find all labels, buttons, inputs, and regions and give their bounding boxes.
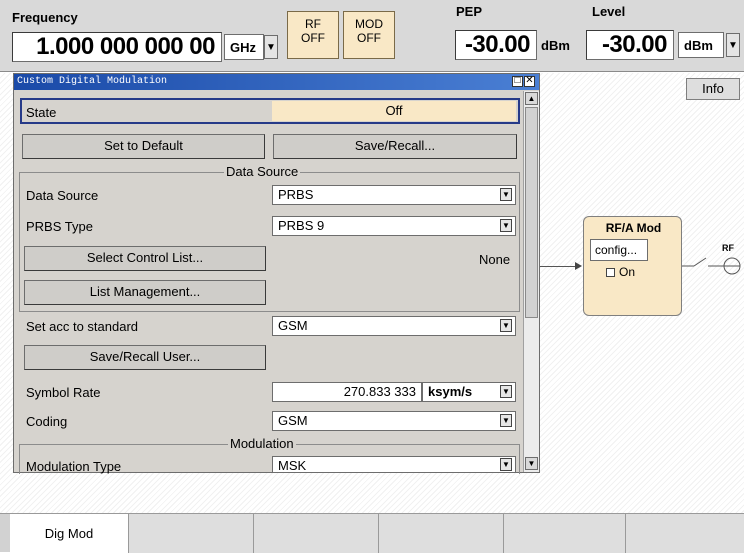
- set-acc-to-standard-select[interactable]: GSM ▼: [272, 316, 516, 336]
- modulation-type-dropdown-icon[interactable]: ▼: [500, 458, 512, 471]
- tab-empty-4[interactable]: [504, 514, 626, 553]
- signal-wire-in: [540, 266, 576, 267]
- scroll-down-icon[interactable]: ▼: [525, 457, 538, 470]
- bottom-tab-bar: Dig Mod: [0, 513, 744, 553]
- symbol-rate-unit: ksym/s: [428, 384, 473, 399]
- level-unit[interactable]: dBm: [678, 32, 724, 58]
- mod-toggle-line1: MOD: [355, 17, 383, 31]
- modulation-type-value: MSK: [278, 458, 307, 473]
- data-source-label: Data Source: [26, 188, 99, 203]
- control-list-value: None: [479, 252, 511, 267]
- modulation-type-label: Modulation Type: [26, 459, 122, 474]
- prbs-type-value: PRBS 9: [278, 218, 325, 233]
- rf-a-mod-block[interactable]: RF/A Mod config... On: [583, 216, 682, 316]
- mod-toggle-button[interactable]: MOD OFF: [343, 11, 395, 59]
- frequency-unit-dropdown-icon[interactable]: ▼: [264, 35, 278, 59]
- set-acc-dropdown-icon[interactable]: ▼: [500, 319, 512, 332]
- level-field[interactable]: -30.00: [586, 30, 674, 60]
- tab-empty-5[interactable]: [626, 514, 744, 553]
- prbs-type-dropdown-icon[interactable]: ▼: [500, 219, 512, 232]
- rf-toggle-line1: RF: [305, 17, 321, 31]
- header-bar: Frequency 1.000 000 000 00 GHz ▼ RF OFF …: [0, 0, 744, 72]
- pep-unit: dBm: [541, 38, 570, 53]
- coding-select[interactable]: GSM ▼: [272, 411, 516, 431]
- dialog-scrollbar[interactable]: ▲ ▼: [523, 91, 539, 472]
- rf-output-label: RF: [722, 243, 734, 253]
- rf-a-mod-title: RF/A Mod: [605, 221, 662, 235]
- scroll-thumb[interactable]: [525, 107, 538, 318]
- rf-a-mod-on-checkbox[interactable]: On: [606, 265, 635, 279]
- prbs-type-select[interactable]: PRBS 9 ▼: [272, 216, 516, 236]
- frequency-label: Frequency: [12, 10, 78, 25]
- info-button[interactable]: Info: [686, 78, 740, 100]
- modulation-section-title: Modulation: [228, 436, 296, 451]
- maximize-icon[interactable]: □: [512, 76, 523, 87]
- tab-empty-3[interactable]: [379, 514, 504, 553]
- custom-digital-modulation-dialog: Custom Digital Modulation □ ✕ ▲ ▼ State …: [13, 73, 540, 474]
- rf-toggle-line2: OFF: [301, 31, 325, 45]
- data-source-section-title: Data Source: [224, 164, 301, 179]
- set-acc-to-standard-value: GSM: [278, 318, 308, 333]
- modulation-type-select[interactable]: MSK ▼: [272, 456, 516, 473]
- select-control-list-button[interactable]: Select Control List...: [24, 246, 266, 271]
- pep-label: PEP: [456, 4, 483, 19]
- data-source-select[interactable]: PRBS ▼: [272, 185, 516, 205]
- close-icon[interactable]: ✕: [524, 76, 535, 87]
- symbol-rate-unit-select[interactable]: ksym/s ▼: [422, 382, 516, 402]
- frequency-field[interactable]: 1.000 000 000 00: [12, 32, 222, 62]
- dialog-title-bar[interactable]: Custom Digital Modulation □ ✕: [14, 74, 539, 90]
- prbs-type-label: PRBS Type: [26, 219, 93, 234]
- pep-value: -30.00: [455, 30, 537, 60]
- signal-arrow-icon: [575, 262, 582, 270]
- tab-dig-mod[interactable]: Dig Mod: [10, 514, 129, 553]
- dialog-title: Custom Digital Modulation: [17, 76, 168, 87]
- rf-a-mod-config-button[interactable]: config...: [590, 239, 648, 261]
- tab-empty-2[interactable]: [254, 514, 379, 553]
- rf-output-switch-icon: [682, 257, 741, 275]
- coding-dropdown-icon[interactable]: ▼: [500, 414, 512, 427]
- symbol-rate-unit-dropdown-icon[interactable]: ▼: [500, 385, 512, 398]
- data-source-dropdown-icon[interactable]: ▼: [500, 188, 512, 201]
- scroll-up-icon[interactable]: ▲: [525, 92, 538, 105]
- save-recall-user-button[interactable]: Save/Recall User...: [24, 345, 266, 370]
- set-acc-to-standard-label: Set acc to standard: [26, 319, 139, 334]
- save-recall-button[interactable]: Save/Recall...: [273, 134, 517, 159]
- state-label: State: [26, 105, 57, 120]
- coding-value: GSM: [278, 413, 308, 428]
- level-unit-dropdown-icon[interactable]: ▼: [726, 33, 740, 57]
- symbol-rate-label: Symbol Rate: [26, 385, 101, 400]
- mod-toggle-line2: OFF: [357, 31, 381, 45]
- data-source-value: PRBS: [278, 187, 314, 202]
- rf-toggle-button[interactable]: RF OFF: [287, 11, 339, 59]
- tab-empty-1[interactable]: [129, 514, 254, 553]
- set-to-default-button[interactable]: Set to Default: [22, 134, 265, 159]
- coding-label: Coding: [26, 414, 68, 429]
- state-toggle[interactable]: Off: [272, 101, 516, 121]
- list-management-button[interactable]: List Management...: [24, 280, 266, 305]
- frequency-unit[interactable]: GHz: [224, 34, 264, 60]
- symbol-rate-field[interactable]: 270.833 333: [272, 382, 422, 402]
- checkbox-icon[interactable]: [606, 268, 615, 277]
- level-label: Level: [592, 4, 626, 19]
- rf-a-mod-on-label: On: [619, 265, 636, 279]
